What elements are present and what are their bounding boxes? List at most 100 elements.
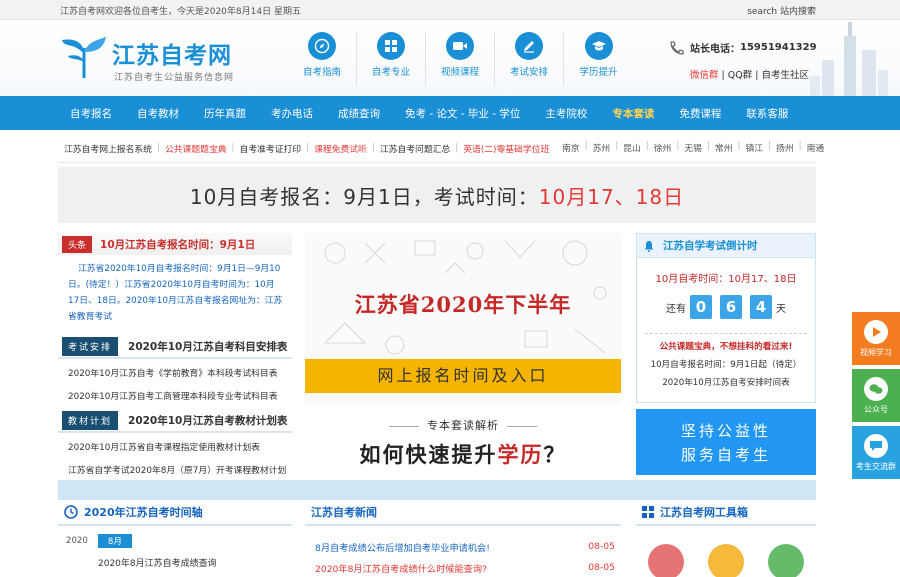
grid-icon (377, 32, 405, 60)
link-separator: | (231, 143, 235, 153)
social-links: 微信群 | QQ群 | 自考生社区 (668, 67, 817, 81)
city-link[interactable]: 扬州 (776, 141, 794, 154)
main-nav-item[interactable]: 历年真题 (204, 106, 246, 121)
banner-highlight: 10月17、18日 (538, 184, 685, 209)
exam-countdown-box: 江苏自学考试倒计时 10月自考时间：10月17、18日 还有 0 6 4 天 公… (636, 233, 816, 403)
decorative-band (58, 480, 816, 500)
main-nav-item-highlighted[interactable]: 专本套读 (612, 106, 654, 121)
city-link[interactable]: 南京 (562, 141, 580, 154)
link-separator: | (455, 143, 459, 153)
timeline-year: 2020 (66, 536, 88, 546)
floating-sidebar: 视频学习 公众号 考生交流群 (852, 312, 900, 483)
main-nav-item[interactable]: 主考院校 (545, 106, 587, 121)
promo-subtitle: 专本套读解析 (305, 405, 621, 433)
list-item[interactable]: 10月自考报名时间：9月1日起（待定） (637, 356, 815, 374)
news-title-link[interactable]: 8月自考成绩公布后增加自考毕业申请机会! (315, 540, 490, 554)
exam-date-banner[interactable]: 10月自考报名：9月1日，考试时间： 10月17、18日 (58, 167, 816, 223)
headline-tag: 头条 (62, 235, 93, 253)
quick-nav-label: 考试安排 (509, 67, 548, 78)
countdown-suffix: 天 (776, 303, 786, 315)
main-nav-item[interactable]: 自考报名 (70, 106, 112, 121)
news-header: 江苏自考新闻 (305, 500, 621, 526)
city-link[interactable]: 苏州 (593, 141, 611, 154)
link-separator: | (798, 141, 802, 151)
main-nav: 自考报名 自考教材 历年真题 考办电话 成绩查询 免考 - 论文 - 毕业 - … (0, 96, 900, 130)
timeline-item[interactable]: 2020年8月江苏自考成绩查询 (98, 556, 292, 569)
city-link[interactable]: 镇江 (745, 141, 763, 154)
promo-lower: 专本套读解析 如何快速提升学历？ (305, 405, 621, 471)
link-separator: | (615, 141, 619, 151)
site-logo-title[interactable]: 江苏自考网 (112, 36, 232, 70)
wechat-group-link[interactable]: 微信群 (690, 70, 719, 81)
headline-title[interactable]: 10月江苏自考报名时间：9月1日 (100, 237, 255, 252)
phone-label: 站长电话： (690, 44, 740, 55)
countdown-date: 10月自考时间：10月17、18日 (655, 274, 797, 285)
toolbox-red-icon[interactable] (648, 544, 684, 577)
wechat-account-button[interactable]: 公众号 (852, 369, 900, 422)
slogan-line: 坚持公益性 (680, 422, 771, 440)
quick-link[interactable]: 课程免费试听 (314, 142, 367, 155)
community-link[interactable]: 自考生社区 (762, 70, 810, 81)
main-nav-item[interactable]: 成绩查询 (338, 106, 380, 121)
promo-headline-prefix: 如何快速提升 (359, 442, 498, 467)
quick-link[interactable]: 英语(二)零基础学位班 (463, 142, 549, 155)
promo-banner[interactable]: 江苏省2020年下半年 网上报名时间及入口 专本套读解析 如何快速提升学历？ (305, 233, 621, 471)
site-search-link[interactable]: search 站内搜索 (747, 4, 816, 17)
list-item[interactable]: 2020年10月江苏自考工商管理本科段专业考试科目表 (68, 386, 292, 409)
toolbox-green-icon[interactable] (768, 544, 804, 577)
quick-nav-degree[interactable]: 学历提升 (564, 32, 633, 86)
main-nav-item[interactable]: 免考 - 论文 - 毕业 - 学位 (405, 106, 520, 121)
quick-nav-video[interactable]: 视频课程 (426, 32, 495, 86)
exam-section-title[interactable]: 2020年10月江苏自考科目安排表 (128, 339, 287, 354)
city-link[interactable]: 南通 (807, 141, 825, 154)
list-item[interactable]: 2020年10月江苏自考安排时间表 (637, 374, 815, 392)
main-nav-item[interactable]: 免费课程 (679, 106, 721, 121)
link-separator: | (156, 143, 160, 153)
main-nav-item[interactable]: 自考教材 (137, 106, 179, 121)
quick-nav-guide[interactable]: 自考指南 (288, 32, 357, 86)
quick-link[interactable]: 自考准考证打印 (240, 142, 302, 155)
city-link[interactable]: 无锡 (684, 141, 702, 154)
list-item[interactable]: 2020年10月江苏自考《学前教育》本科段考试科目表 (68, 363, 292, 386)
quick-nav-exam[interactable]: 考试安排 (495, 32, 564, 86)
timeline-month-badge: 8月 (97, 534, 132, 548)
quick-link[interactable]: 江苏自考网上报名系统 (64, 142, 152, 155)
video-study-button[interactable]: 视频学习 (852, 312, 900, 365)
news-section: 江苏自考新闻 8月自考成绩公布后增加自考毕业申请机会! 08-05 2020年8… (305, 500, 621, 577)
news-title-link[interactable]: 2020年8月江苏自考成绩什么时候能查询? (315, 561, 487, 575)
news-date: 08-05 (588, 562, 615, 573)
exam-section-header: 考试安排 2020年10月江苏自考科目安排表 (58, 335, 292, 359)
quick-nav-major[interactable]: 自考专业 (357, 32, 426, 86)
divider (645, 333, 807, 334)
student-group-button[interactable]: 考生交流群 (852, 426, 900, 479)
quick-link[interactable]: 江苏自考问题汇总 (380, 142, 450, 155)
toolbox-icons (636, 544, 816, 577)
book-section-tag: 教材计划 (62, 410, 119, 430)
city-link[interactable]: 徐州 (654, 141, 672, 154)
book-section-title[interactable]: 2020年10月江苏自考教材计划表 (128, 413, 287, 428)
city-link[interactable]: 昆山 (623, 141, 641, 154)
toolbox-yellow-icon[interactable] (708, 544, 744, 577)
countdown-promo-link[interactable]: 公共课题宝典，不想挂科的看过来! (637, 338, 815, 356)
countdown-digit: 4 (750, 295, 772, 319)
news-row[interactable]: 2020年8月江苏自考成绩什么时候能查询? 08-05 (315, 557, 615, 577)
promo-headline-highlight: 学历 (497, 442, 544, 467)
wechat-icon (864, 376, 888, 401)
top-bar: 江苏自考网欢迎各位自考生，今天是2020年8月14日 星期五 search 站内… (0, 0, 900, 20)
promo-strip: 网上报名时间及入口 (305, 359, 621, 393)
link-separator: | (676, 141, 680, 151)
main-nav-item[interactable]: 考办电话 (271, 106, 313, 121)
exam-section-list: 2020年10月江苏自考《学前教育》本科段考试科目表 2020年10月江苏自考工… (58, 359, 292, 409)
qq-group-link[interactable]: QQ群 (728, 70, 752, 81)
phone-icon (670, 40, 684, 55)
city-link[interactable]: 常州 (715, 141, 733, 154)
countdown-prefix: 还有 (666, 303, 686, 315)
phone-row: 站长电话： 15951941329 (668, 40, 817, 55)
quick-link[interactable]: 公共课题题宝典 (165, 142, 227, 155)
divider (58, 162, 816, 163)
headline-summary[interactable]: 江苏省2020年10月自考报名时间：9月1日—9月10日。(待定！）江苏省202… (58, 255, 292, 335)
list-item[interactable]: 2020年10月江苏省自考课程指定使用教材计划表 (68, 437, 292, 460)
news-row[interactable]: 8月自考成绩公布后增加自考毕业申请机会! 08-05 (315, 536, 615, 557)
main-nav-item[interactable]: 联系客服 (746, 106, 788, 121)
logo-sprout-icon[interactable] (60, 34, 108, 80)
